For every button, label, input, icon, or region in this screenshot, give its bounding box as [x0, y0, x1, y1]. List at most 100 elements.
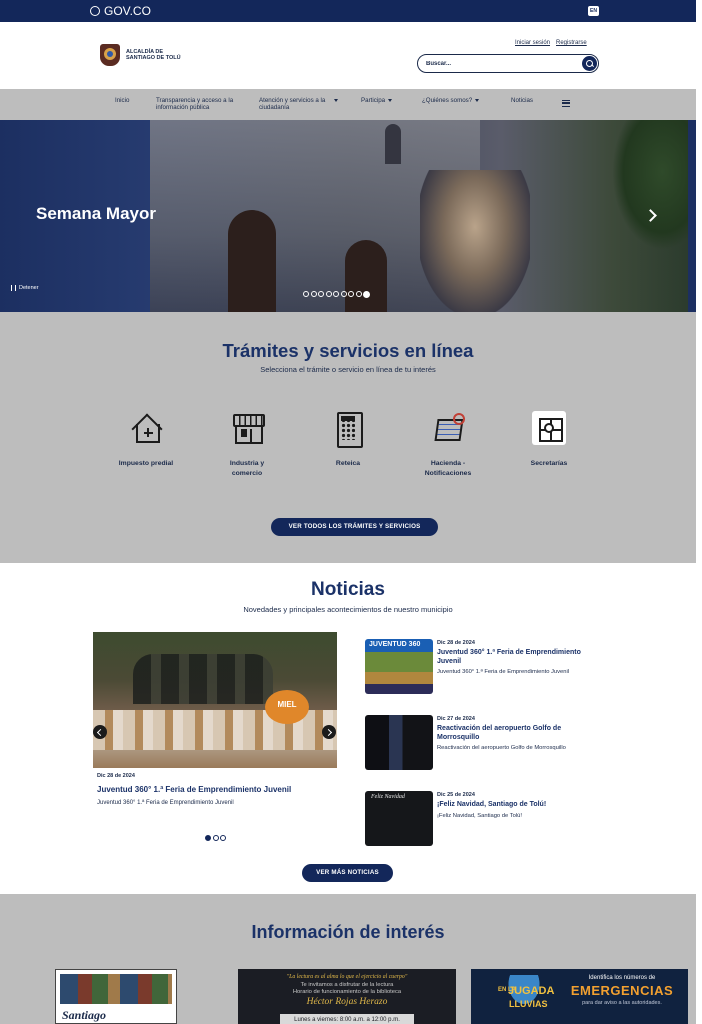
- gov-seal-icon: [90, 6, 100, 16]
- church-window-image: [385, 124, 401, 164]
- news-list-item[interactable]: Dic 27 de 2024 Reactivación del aeropuer…: [365, 715, 597, 773]
- tramite-impuesto-predial[interactable]: Impuesto predial: [108, 411, 184, 469]
- news-title[interactable]: Juventud 360° 1.ª Feria de Emprendimient…: [437, 649, 597, 666]
- photo-collage-image: [60, 974, 172, 1004]
- tramite-reteica[interactable]: Reteica: [310, 411, 386, 469]
- section-title: Noticias: [311, 579, 385, 600]
- news-thumbnail: [365, 715, 433, 770]
- card-heading: Héctor Rojas Herazo: [306, 997, 388, 1007]
- news-title[interactable]: Reactivación del aeropuerto Golfo de Mor…: [437, 725, 597, 742]
- tramite-label: Impuesto predial: [118, 460, 174, 467]
- tramite-hacienda-notificaciones[interactable]: Hacienda - Notificaciones: [410, 411, 486, 479]
- carousel-dot[interactable]: [220, 835, 226, 841]
- coat-of-arms-icon: [100, 44, 120, 66]
- site-header: ALCALDÍA DE SANTIAGO DE TOLÚ Iniciar ses…: [0, 22, 696, 89]
- trees-image: [612, 120, 696, 250]
- card-line: Horario de funcionamiento de la bibliote…: [292, 989, 402, 995]
- documents-icon: [431, 411, 465, 445]
- search-icon[interactable]: [582, 56, 597, 71]
- info-card-biblioteca[interactable]: "La lectura es al alma lo que el ejercic…: [238, 969, 456, 1024]
- carousel-dot[interactable]: [333, 291, 339, 297]
- thumbnail-caption: Feliz Navidad: [371, 794, 405, 800]
- search-box: [417, 54, 599, 73]
- news-desc: ¡Feliz Navidad, Santiago de Tolú!: [437, 813, 522, 819]
- featured-news-title[interactable]: Juventud 360° 1.ª Feria de Emprendimient…: [97, 785, 291, 794]
- carousel-prev-icon[interactable]: [93, 725, 107, 739]
- card-text: para dar aviso a las autoridades.: [582, 1000, 662, 1006]
- carousel-dot[interactable]: [325, 291, 332, 297]
- alcaldia-logo[interactable]: ALCALDÍA DE SANTIAGO DE TOLÚ: [100, 44, 186, 66]
- card-caption: Santiago: [62, 1008, 107, 1022]
- carousel-dot[interactable]: [318, 291, 324, 297]
- carousel-dot[interactable]: [348, 291, 354, 297]
- news-desc: Juventud 360° 1.ª Feria de Emprendimient…: [437, 669, 570, 675]
- card-text: LLUVIAS: [509, 999, 548, 1009]
- house-icon: [129, 411, 163, 445]
- gov-co-bar: GOV.CO EN: [0, 0, 696, 22]
- carousel-dot[interactable]: [355, 291, 362, 297]
- section-title: Trámites y servicios en línea: [222, 340, 474, 361]
- nav-label: Participa: [361, 97, 386, 104]
- news-title[interactable]: ¡Feliz Navidad, Santiago de Tolú!: [437, 801, 597, 810]
- nav-item-noticias[interactable]: Noticias: [511, 97, 533, 104]
- info-card-santiago[interactable]: Santiago: [55, 969, 177, 1024]
- main-nav: Inicio Transparencia y acceso a la infor…: [0, 89, 696, 120]
- pause-button[interactable]: Detener: [11, 285, 39, 291]
- carousel-dot[interactable]: [310, 291, 317, 297]
- news-desc: Reactivación del aeropuerto Golfo de Mor…: [437, 745, 566, 751]
- search-input[interactable]: [426, 58, 576, 69]
- gov-co-logo[interactable]: GOV.CO: [90, 4, 151, 18]
- view-all-tramites-button[interactable]: VER TODOS LOS TRÁMITES Y SERVICIOS: [271, 518, 438, 536]
- tramite-label: Industria y comercio: [229, 460, 265, 477]
- nav-item-inicio[interactable]: Inicio: [115, 97, 129, 104]
- section-subtitle: Novedades y principales acontecimientos …: [243, 605, 453, 614]
- store-icon: [230, 411, 265, 445]
- nav-item-participa[interactable]: Participa: [361, 97, 393, 104]
- nav-label: Transparencia y acceso a la información …: [156, 97, 234, 111]
- featured-news-image[interactable]: MIEL: [93, 632, 337, 768]
- language-toggle-button[interactable]: EN: [588, 6, 599, 16]
- news-thumbnail: JUVENTUD 360: [365, 639, 433, 694]
- tramite-secretarias[interactable]: Secretarías: [511, 411, 587, 469]
- carousel-indicators: [303, 290, 370, 298]
- hero-title: Semana Mayor: [36, 204, 156, 223]
- news-list-item[interactable]: Feliz Navidad Dic 25 de 2024 ¡Feliz Navi…: [365, 791, 597, 849]
- view-more-news-button[interactable]: VER MÁS NOTICIAS: [302, 864, 393, 882]
- chevron-right-icon[interactable]: [644, 208, 658, 222]
- logo-text: ALCALDÍA DE SANTIAGO DE TOLÚ: [126, 48, 181, 62]
- tramite-label: Reteica: [335, 460, 361, 467]
- news-list-item[interactable]: JUVENTUD 360 Dic 28 de 2024 Juventud 360…: [365, 639, 597, 697]
- tramite-industria-comercio[interactable]: Industria y comercio: [209, 411, 285, 479]
- carousel-next-icon[interactable]: [322, 725, 336, 739]
- pause-icon: [11, 285, 16, 291]
- hamburger-menu-icon[interactable]: [562, 100, 570, 107]
- info-card-emergencias[interactable]: EN LA JUGADA LLUVIAS Identifica los núme…: [471, 969, 688, 1024]
- carousel-dot[interactable]: [303, 291, 309, 297]
- church-door-image: [228, 210, 276, 312]
- tramite-label: Hacienda - Notificaciones: [424, 460, 472, 477]
- nav-item-quienes-somos[interactable]: ¿Quiénes somos?: [422, 97, 480, 104]
- tramites-section: Trámites y servicios en línea Selecciona…: [0, 312, 696, 563]
- news-date: Dic 27 de 2024: [437, 716, 475, 722]
- news-date: Dic 28 de 2024: [437, 640, 475, 646]
- nav-item-transparencia[interactable]: Transparencia y acceso a la información …: [156, 97, 244, 111]
- login-link[interactable]: Iniciar sesión: [515, 40, 550, 46]
- featured-news-date: Dic 28 de 2024: [97, 773, 135, 779]
- nav-item-atencion[interactable]: Atención y servicios a la ciudadanía: [259, 97, 343, 111]
- umbrella-icon: [497, 975, 551, 1019]
- card-text: JUGADA: [508, 985, 555, 997]
- hero-carousel: Semana Mayor Detener: [0, 120, 696, 312]
- register-link[interactable]: Registrarse: [556, 40, 587, 46]
- chevron-down-icon: [475, 98, 480, 102]
- calculator-icon: [331, 411, 365, 448]
- carousel-dot[interactable]: [363, 290, 370, 298]
- pause-label: Detener: [19, 285, 39, 291]
- featured-news-desc: Juventud 360° 1.ª Feria de Emprendimient…: [97, 800, 234, 806]
- carousel-dot[interactable]: [205, 835, 211, 841]
- carousel-dot[interactable]: [212, 835, 219, 841]
- card-text: Identifica los números de: [588, 975, 656, 981]
- chevron-down-icon: [334, 99, 338, 102]
- hero-edge: [688, 120, 696, 312]
- card-schedule: Lunes a viernes: 8:00 a.m. a 12:00 p.m.: [280, 1014, 414, 1024]
- carousel-dot[interactable]: [340, 291, 347, 297]
